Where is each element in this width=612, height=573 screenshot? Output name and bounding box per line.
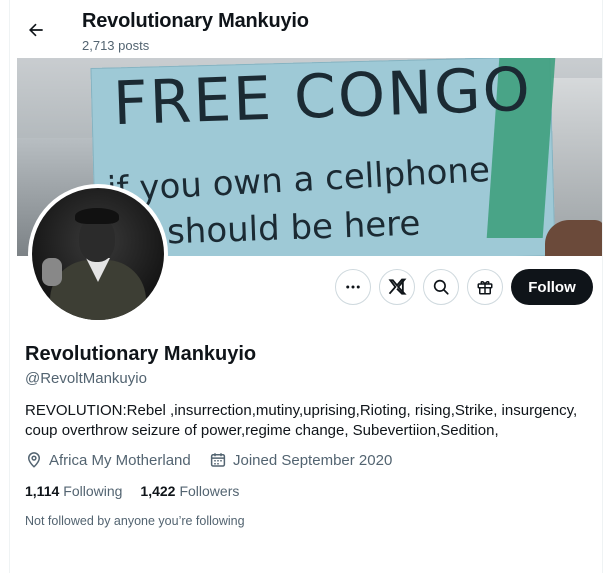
- followers-count: 1,422: [140, 483, 176, 499]
- back-button[interactable]: [24, 18, 48, 42]
- not-followed-note: Not followed by anyone you’re following: [25, 514, 245, 528]
- following-label: Following: [63, 483, 123, 499]
- avatar-microphone: [42, 258, 62, 286]
- profile-handle: @RevoltMankuyio: [25, 370, 147, 387]
- avatar-figure-beret: [75, 208, 119, 224]
- location-text: Africa My Motherland: [49, 451, 191, 469]
- calendar-icon: [210, 453, 226, 467]
- grok-icon: [388, 278, 407, 295]
- location-icon: [27, 452, 41, 468]
- gift-icon: [477, 281, 493, 295]
- more-icon: [346, 285, 360, 289]
- profile-page: Revolutionary Mankuyio 2,713 posts FREE …: [9, 0, 603, 573]
- header-post-count: 2,713 posts: [82, 38, 150, 53]
- more-button[interactable]: [335, 269, 371, 305]
- follow-stats: 1,114 Following 1,422 Followers: [25, 483, 239, 499]
- follow-button[interactable]: Follow: [511, 269, 593, 305]
- banner-hand: [545, 220, 602, 256]
- grok-button[interactable]: [379, 269, 415, 305]
- search-profile-button[interactable]: [423, 269, 459, 305]
- search-icon: [433, 279, 449, 295]
- avatar-image: [32, 188, 164, 320]
- followers-label: Followers: [179, 483, 240, 499]
- following-count: 1,114: [25, 483, 60, 499]
- profile-bio: REVOLUTION:Rebel ,insurrection,mutiny,up…: [25, 402, 578, 439]
- profile-location: Africa My Motherland: [25, 451, 191, 469]
- followers-link[interactable]: 1,422 Followers: [140, 483, 239, 499]
- joined-text: Joined September 2020: [233, 451, 393, 469]
- avatar[interactable]: [28, 184, 168, 324]
- header-title: Revolutionary Mankuyio: [82, 10, 309, 32]
- gift-button[interactable]: [467, 269, 503, 305]
- profile-name: Revolutionary Mankuyio: [25, 343, 257, 365]
- following-link[interactable]: 1,114 Following: [25, 483, 122, 499]
- profile-joined: Joined September 2020: [209, 451, 392, 469]
- arrow-left-icon: [29, 23, 43, 37]
